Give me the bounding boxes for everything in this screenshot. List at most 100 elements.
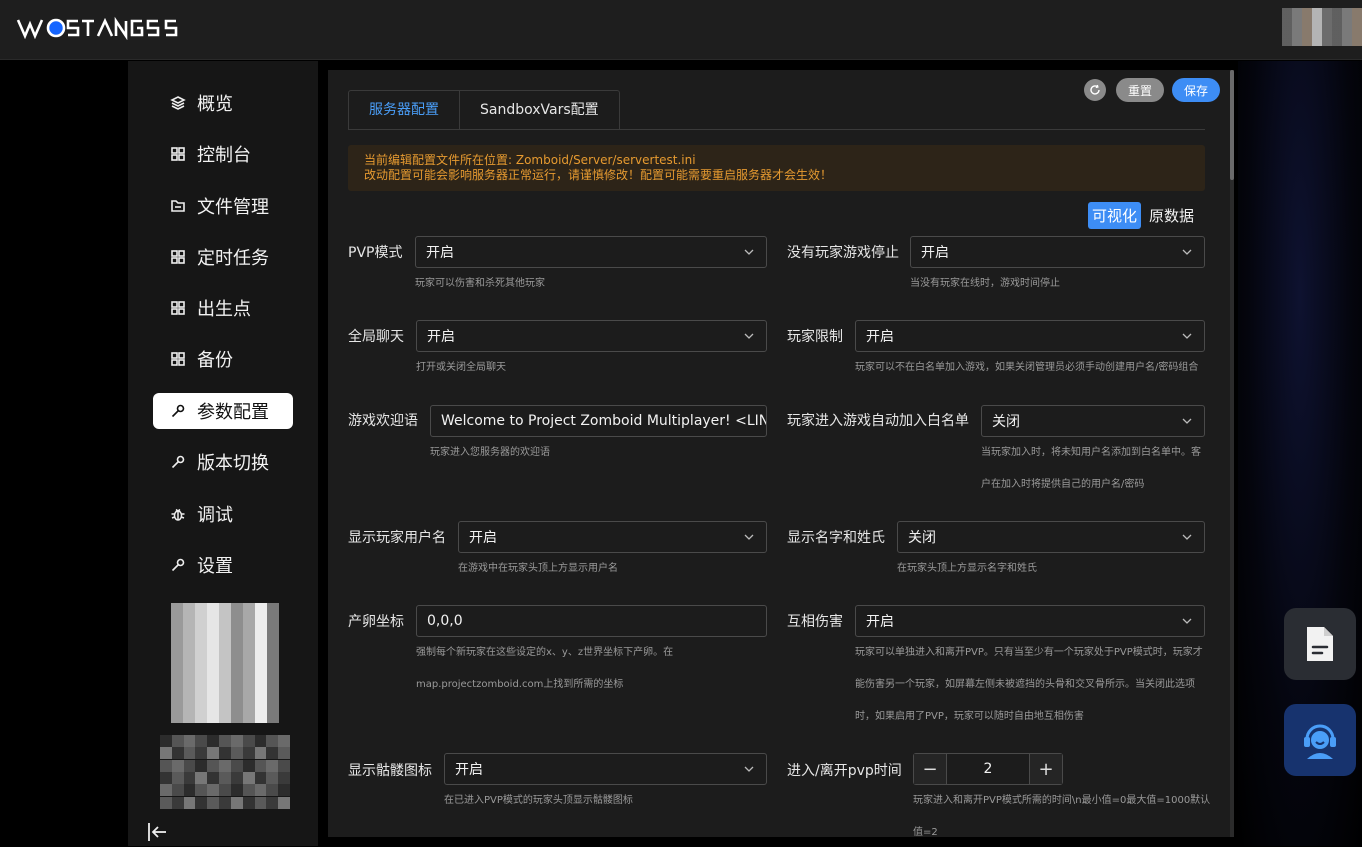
chevron-down-icon	[1182, 249, 1192, 255]
global-chat-label: 全局聊天	[348, 329, 404, 345]
sidebar-item-scheduled-tasks[interactable]: 定时任务	[153, 239, 293, 275]
reset-button[interactable]: 重置	[1116, 78, 1164, 102]
safety-system-label: 互相伤害	[787, 614, 843, 630]
pause-empty-hint: 当没有玩家在线时，游戏时间停止	[910, 278, 1060, 289]
raw-data-button[interactable]: 原数据	[1149, 205, 1194, 226]
grid-icon	[169, 145, 187, 163]
safety-system-hint-1: 玩家可以单独进入和离开PVP。只有当至少有一个玩家处于PVP模式时，玩家才	[855, 647, 1203, 658]
user-profile-image	[171, 603, 279, 723]
sidebar-item-overview[interactable]: 概览	[153, 85, 293, 121]
auto-whitelist-select-value: 关闭	[992, 414, 1020, 430]
pause-empty-label: 没有玩家游戏停止	[787, 245, 899, 261]
grid-icon	[169, 299, 187, 317]
spawn-point-hint-2: map.projectzomboid.com上找到所需的坐标	[416, 679, 624, 690]
vertical-scrollbar[interactable]	[1230, 70, 1234, 837]
tab-sandboxvars-config[interactable]: SandboxVars配置	[460, 91, 619, 129]
support-button[interactable]	[1284, 704, 1356, 776]
tab-server-config[interactable]: 服务器配置	[349, 91, 460, 129]
global-chat-select-value: 开启	[427, 329, 455, 345]
chevron-down-icon	[1182, 618, 1192, 624]
spawn-point-input-value: 0,0,0	[427, 613, 463, 629]
pvp-select-value: 开启	[426, 245, 454, 261]
sidebar-item-label: 定时任务	[197, 248, 269, 269]
sidebar-item-backup[interactable]: 备份	[153, 341, 293, 377]
chevron-down-icon	[744, 534, 754, 540]
config-panel: 重置 保存 服务器配置 SandboxVars配置 当前编辑配置文件所在位置: …	[328, 70, 1234, 837]
increment-button[interactable]: +	[1030, 754, 1062, 784]
safety-system-select[interactable]: 开启	[855, 605, 1205, 637]
visual-view-button[interactable]: 可视化	[1088, 202, 1142, 229]
show-skull-select-value: 开启	[455, 762, 483, 778]
display-username-label: 显示玩家用户名	[348, 530, 446, 546]
safety-toggle-timer-hint-1: 玩家进入和离开PVP模式所需的时间\n最小值=0最大值=1000默认	[913, 795, 1211, 806]
tabs-divider	[348, 129, 1205, 130]
safety-system-hint-2: 能伤害另一个玩家，如屏幕左侧未被遮挡的头骨和交叉骨所示。当关闭此选项	[855, 679, 1195, 690]
sidebar-item-label: 备份	[197, 350, 233, 371]
spawn-point-input[interactable]: 0,0,0	[416, 605, 767, 637]
sidebar-item-settings[interactable]: 设置	[153, 547, 293, 583]
stepper-value[interactable]: 2	[946, 754, 1030, 784]
show-skull-hint: 在已进入PVP模式的玩家头顶显示骷髅图标	[444, 795, 633, 806]
welcome-label: 游戏欢迎语	[348, 413, 418, 429]
spawn-point-label: 产卵坐标	[348, 614, 404, 630]
pause-empty-select[interactable]: 开启	[910, 236, 1205, 268]
document-icon	[1307, 627, 1333, 661]
open-select[interactable]: 开启	[855, 320, 1205, 352]
sidebar-item-label: 设置	[197, 556, 233, 577]
safety-toggle-timer-hint-2: 值=2	[913, 827, 938, 837]
config-tabs: 服务器配置 SandboxVars配置	[348, 90, 620, 130]
document-button[interactable]	[1284, 608, 1356, 680]
safety-system-hint-3: 时，如果启用了PVP，玩家可以随时自由地互相伤害	[855, 711, 1084, 722]
collapse-sidebar-icon[interactable]	[146, 821, 170, 845]
welcome-input-value: Welcome to Project Zomboid Multiplayer! …	[441, 413, 766, 429]
display-username-hint: 在游戏中在玩家头顶上方显示用户名	[458, 563, 618, 574]
show-firstname-label: 显示名字和姓氏	[787, 530, 885, 546]
show-skull-select[interactable]: 开启	[444, 753, 767, 785]
show-skull-label: 显示骷髅图标	[348, 763, 432, 779]
show-firstname-select[interactable]: 关闭	[897, 521, 1205, 553]
global-chat-select[interactable]: 开启	[416, 320, 767, 352]
safety-toggle-timer-stepper: − 2 +	[913, 753, 1063, 785]
display-username-select[interactable]: 开启	[458, 521, 767, 553]
pvp-hint: 玩家可以伤害和杀死其他玩家	[415, 278, 545, 289]
sidebar-item-console[interactable]: 控制台	[153, 136, 293, 172]
sidebar-item-debug[interactable]: 调试	[153, 496, 293, 532]
sidebar: 概览 控制台 文件管理 定时任务 出生点 备份 参数配置 版本切换 调试 设置	[128, 61, 318, 846]
global-chat-hint: 打开或关闭全局聊天	[416, 362, 506, 373]
auto-whitelist-select[interactable]: 关闭	[981, 405, 1205, 437]
chevron-down-icon	[1182, 333, 1192, 339]
bug-icon	[169, 505, 187, 523]
show-firstname-select-value: 关闭	[908, 530, 936, 546]
scrollbar-thumb[interactable]	[1230, 70, 1234, 180]
pause-empty-select-value: 开启	[921, 245, 949, 261]
welcome-hint: 玩家进入您服务器的欢迎语	[430, 447, 550, 458]
wrench-icon	[169, 453, 187, 471]
alert-line-path: 当前编辑配置文件所在位置: Zomboid/Server/servertest.…	[364, 153, 696, 167]
sidebar-item-files[interactable]: 文件管理	[153, 188, 293, 224]
sidebar-item-spawn-point[interactable]: 出生点	[153, 290, 293, 326]
user-profile-name	[160, 735, 290, 809]
user-avatar[interactable]	[1282, 8, 1362, 46]
brand-logo[interactable]	[16, 16, 186, 40]
auto-whitelist-hint-2: 户在加入时将提供自己的用户名/密码	[981, 479, 1145, 490]
wrench-icon	[169, 556, 187, 574]
top-bar	[0, 0, 1362, 60]
open-select-value: 开启	[866, 329, 894, 345]
wrench-icon	[169, 402, 187, 420]
warning-alert: 当前编辑配置文件所在位置: Zomboid/Server/servertest.…	[348, 145, 1205, 191]
pvp-label: PVP模式	[348, 245, 403, 261]
auto-whitelist-hint-1: 当玩家加入时，将未知用户名添加到白名单中。客	[981, 447, 1201, 458]
save-button[interactable]: 保存	[1172, 78, 1220, 102]
decrement-button[interactable]: −	[914, 754, 946, 784]
chevron-down-icon	[744, 766, 754, 772]
chevron-down-icon	[744, 333, 754, 339]
open-hint: 玩家可以不在白名单加入游戏，如果关闭管理员必须手动创建用户名/密码组合	[855, 362, 1199, 373]
sidebar-item-version-switch[interactable]: 版本切换	[153, 444, 293, 480]
pvp-select[interactable]: 开启	[415, 236, 767, 268]
refresh-button[interactable]	[1084, 79, 1106, 101]
safety-system-select-value: 开启	[866, 614, 894, 630]
welcome-input[interactable]: Welcome to Project Zomboid Multiplayer! …	[430, 405, 767, 437]
spawn-point-hint-1: 强制每个新玩家在这些设定的x、y、z世界坐标下产卵。在	[416, 647, 674, 658]
chevron-down-icon	[1182, 418, 1192, 424]
sidebar-item-parameters[interactable]: 参数配置	[153, 393, 293, 429]
